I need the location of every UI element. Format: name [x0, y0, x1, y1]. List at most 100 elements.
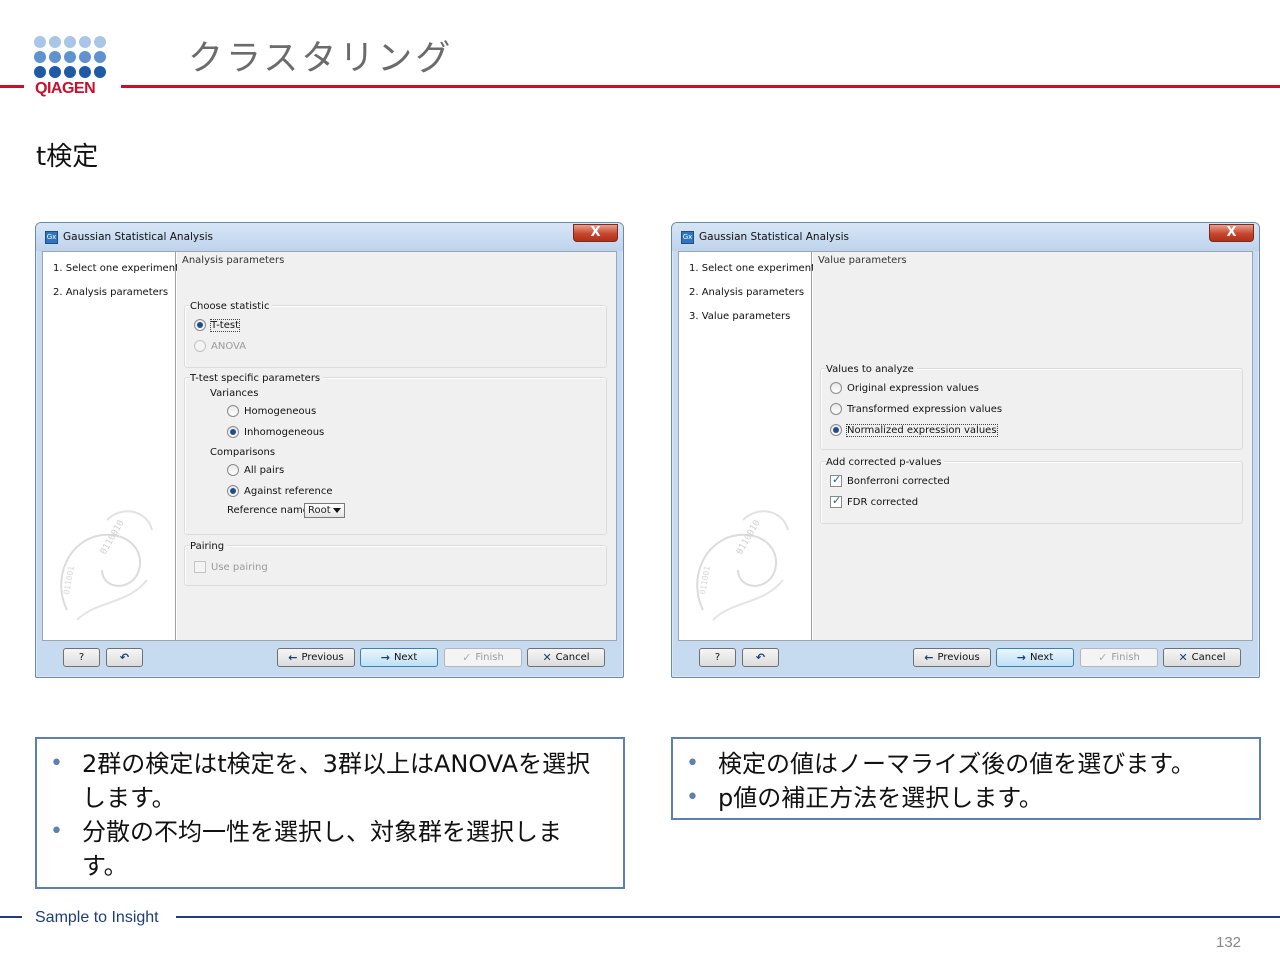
- gaussian-analysis-dialog-step2: Gx Gaussian Statistical Analysis X 1. Se…: [35, 222, 624, 678]
- pairing-group: Pairing Use pairing: [184, 541, 607, 586]
- radio-button-icon: [194, 319, 206, 331]
- logo-dot: [34, 51, 46, 63]
- logo-dot: [94, 36, 106, 48]
- group-label: T-test specific parameters: [190, 373, 324, 384]
- reset-icon: ↶: [119, 651, 130, 664]
- ttest-radio[interactable]: T-test: [194, 318, 241, 332]
- window-title: Gaussian Statistical Analysis: [699, 231, 849, 243]
- slide-title: クラスタリング: [188, 39, 454, 79]
- transformed-values-radio[interactable]: Transformed expression values: [830, 402, 1002, 416]
- wizard-steps-pane: 1. Select one experiment 2. Analysis par…: [43, 252, 179, 640]
- reference-name-select[interactable]: Root: [304, 503, 345, 518]
- against-reference-radio[interactable]: Against reference: [227, 484, 333, 498]
- previous-button[interactable]: ← Previous: [913, 648, 991, 667]
- dialog-body: 1. Select one experiment 2. Analysis par…: [678, 251, 1253, 641]
- choose-statistic-group: Choose statistic T-test ANOVA: [184, 301, 607, 368]
- close-icon: ✕: [542, 651, 552, 664]
- bullet-item: 分散の不均一性を選択し、対象群を選択します。: [47, 815, 603, 883]
- dialog-body: 1. Select one experiment 2. Analysis par…: [42, 251, 617, 641]
- anova-radio: ANOVA: [194, 339, 246, 353]
- next-button[interactable]: → Next: [996, 648, 1074, 667]
- help-button[interactable]: ?: [699, 648, 736, 667]
- footer-tagline: Sample to Insight: [35, 909, 159, 926]
- bullet-list: 2群の検定はt検定を、3群以上はANOVAを選択します。 分散の不均一性を選択し…: [47, 747, 603, 883]
- corrected-pvalues-group: Add corrected p-values Bonferroni correc…: [820, 457, 1243, 524]
- inhomogeneous-label: Inhomogeneous: [244, 426, 325, 438]
- window-titlebar[interactable]: Gx Gaussian Statistical Analysis X: [36, 223, 623, 251]
- bullet-item: p値の補正方法を選択します。: [683, 781, 1239, 815]
- ttest-parameters-group: T-test specific parameters Variances Hom…: [184, 373, 607, 535]
- reset-icon: ↶: [755, 651, 766, 664]
- all-pairs-radio[interactable]: All pairs: [227, 463, 284, 477]
- radio-button-icon: [830, 424, 842, 436]
- help-label: ?: [78, 652, 85, 663]
- cancel-button[interactable]: ✕ Cancel: [1163, 648, 1241, 667]
- homogeneous-label: Homogeneous: [244, 405, 317, 417]
- logo-dot: [34, 36, 46, 48]
- checkmark-icon: ✓: [1098, 651, 1108, 664]
- ttest-label: T-test: [209, 318, 241, 332]
- arrow-right-icon: →: [380, 651, 390, 664]
- previous-button[interactable]: ← Previous: [277, 648, 355, 667]
- inhomogeneous-radio[interactable]: Inhomogeneous: [227, 425, 324, 439]
- logo-dot: [64, 51, 76, 63]
- group-label: Choose statistic: [190, 301, 273, 312]
- cancel-button[interactable]: ✕ Cancel: [527, 648, 605, 667]
- comparisons-label: Comparisons: [210, 447, 276, 458]
- header-rule-left: [0, 85, 24, 88]
- logo-dot: [64, 66, 76, 78]
- wizard-step-3: 3. Value parameters: [689, 311, 791, 322]
- window-titlebar[interactable]: Gx Gaussian Statistical Analysis X: [672, 223, 1259, 251]
- checkmark-icon: ✓: [462, 651, 472, 664]
- notes-box-left: 2群の検定はt検定を、3群以上はANOVAを選択します。 分散の不均一性を選択し…: [35, 737, 625, 889]
- reset-button[interactable]: ↶: [106, 648, 143, 667]
- radio-button-icon: [194, 340, 206, 352]
- radio-button-icon: [227, 405, 239, 417]
- reset-button[interactable]: ↶: [742, 648, 779, 667]
- wizard-step-2: 2. Analysis parameters: [689, 287, 805, 298]
- logo-dot: [79, 51, 91, 63]
- logo-dot: [79, 36, 91, 48]
- finish-label: Finish: [475, 652, 504, 663]
- checkbox-icon: [194, 561, 206, 573]
- logo-dot: [79, 66, 91, 78]
- next-label: Next: [393, 652, 418, 663]
- pane-header: Value parameters: [818, 255, 907, 266]
- bullet-list: 検定の値はノーマライズ後の値を選びます。 p値の補正方法を選択します。: [683, 747, 1239, 815]
- wizard-step-1: 1. Select one experiment: [689, 263, 815, 274]
- original-values-label: Original expression values: [847, 382, 979, 394]
- fdr-checkbox[interactable]: FDR corrected: [830, 494, 918, 509]
- qiagen-logo: QIAGEN: [34, 36, 112, 97]
- bonferroni-label: Bonferroni corrected: [847, 475, 950, 487]
- window-close-button[interactable]: X: [573, 224, 618, 242]
- header-rule-right: [121, 85, 1280, 88]
- cancel-label: Cancel: [555, 652, 590, 663]
- reference-name-value: Root: [308, 505, 331, 516]
- window-close-button[interactable]: X: [1209, 224, 1254, 242]
- radio-button-icon: [227, 485, 239, 497]
- normalized-values-radio[interactable]: Normalized expression values: [830, 423, 998, 437]
- next-button[interactable]: → Next: [360, 648, 438, 667]
- arrow-left-icon: ←: [924, 651, 934, 664]
- group-label: Pairing: [190, 541, 228, 552]
- bonferroni-checkbox[interactable]: Bonferroni corrected: [830, 473, 950, 488]
- swirl-decoration-icon: 0110010 011001: [60, 510, 153, 621]
- finish-button: ✓ Finish: [1080, 648, 1158, 667]
- swirl-decoration-icon: 0110010 011001: [696, 510, 789, 621]
- page-number: 132: [1216, 934, 1242, 951]
- logo-dots: [34, 36, 112, 78]
- original-values-radio[interactable]: Original expression values: [830, 381, 979, 395]
- homogeneous-radio[interactable]: Homogeneous: [227, 404, 316, 418]
- help-button[interactable]: ?: [63, 648, 100, 667]
- cancel-label: Cancel: [1191, 652, 1226, 663]
- radio-button-icon: [227, 464, 239, 476]
- finish-button: ✓ Finish: [444, 648, 522, 667]
- help-label: ?: [714, 652, 721, 663]
- normalized-values-label: Normalized expression values: [846, 423, 998, 437]
- gaussian-analysis-dialog-step3: Gx Gaussian Statistical Analysis X 1. Se…: [671, 222, 1260, 678]
- logo-wordmark: QIAGEN: [35, 80, 96, 97]
- against-reference-label: Against reference: [244, 485, 333, 497]
- use-pairing-checkbox: Use pairing: [194, 560, 268, 574]
- previous-label: Previous: [937, 652, 980, 663]
- close-icon: ✕: [1178, 651, 1188, 664]
